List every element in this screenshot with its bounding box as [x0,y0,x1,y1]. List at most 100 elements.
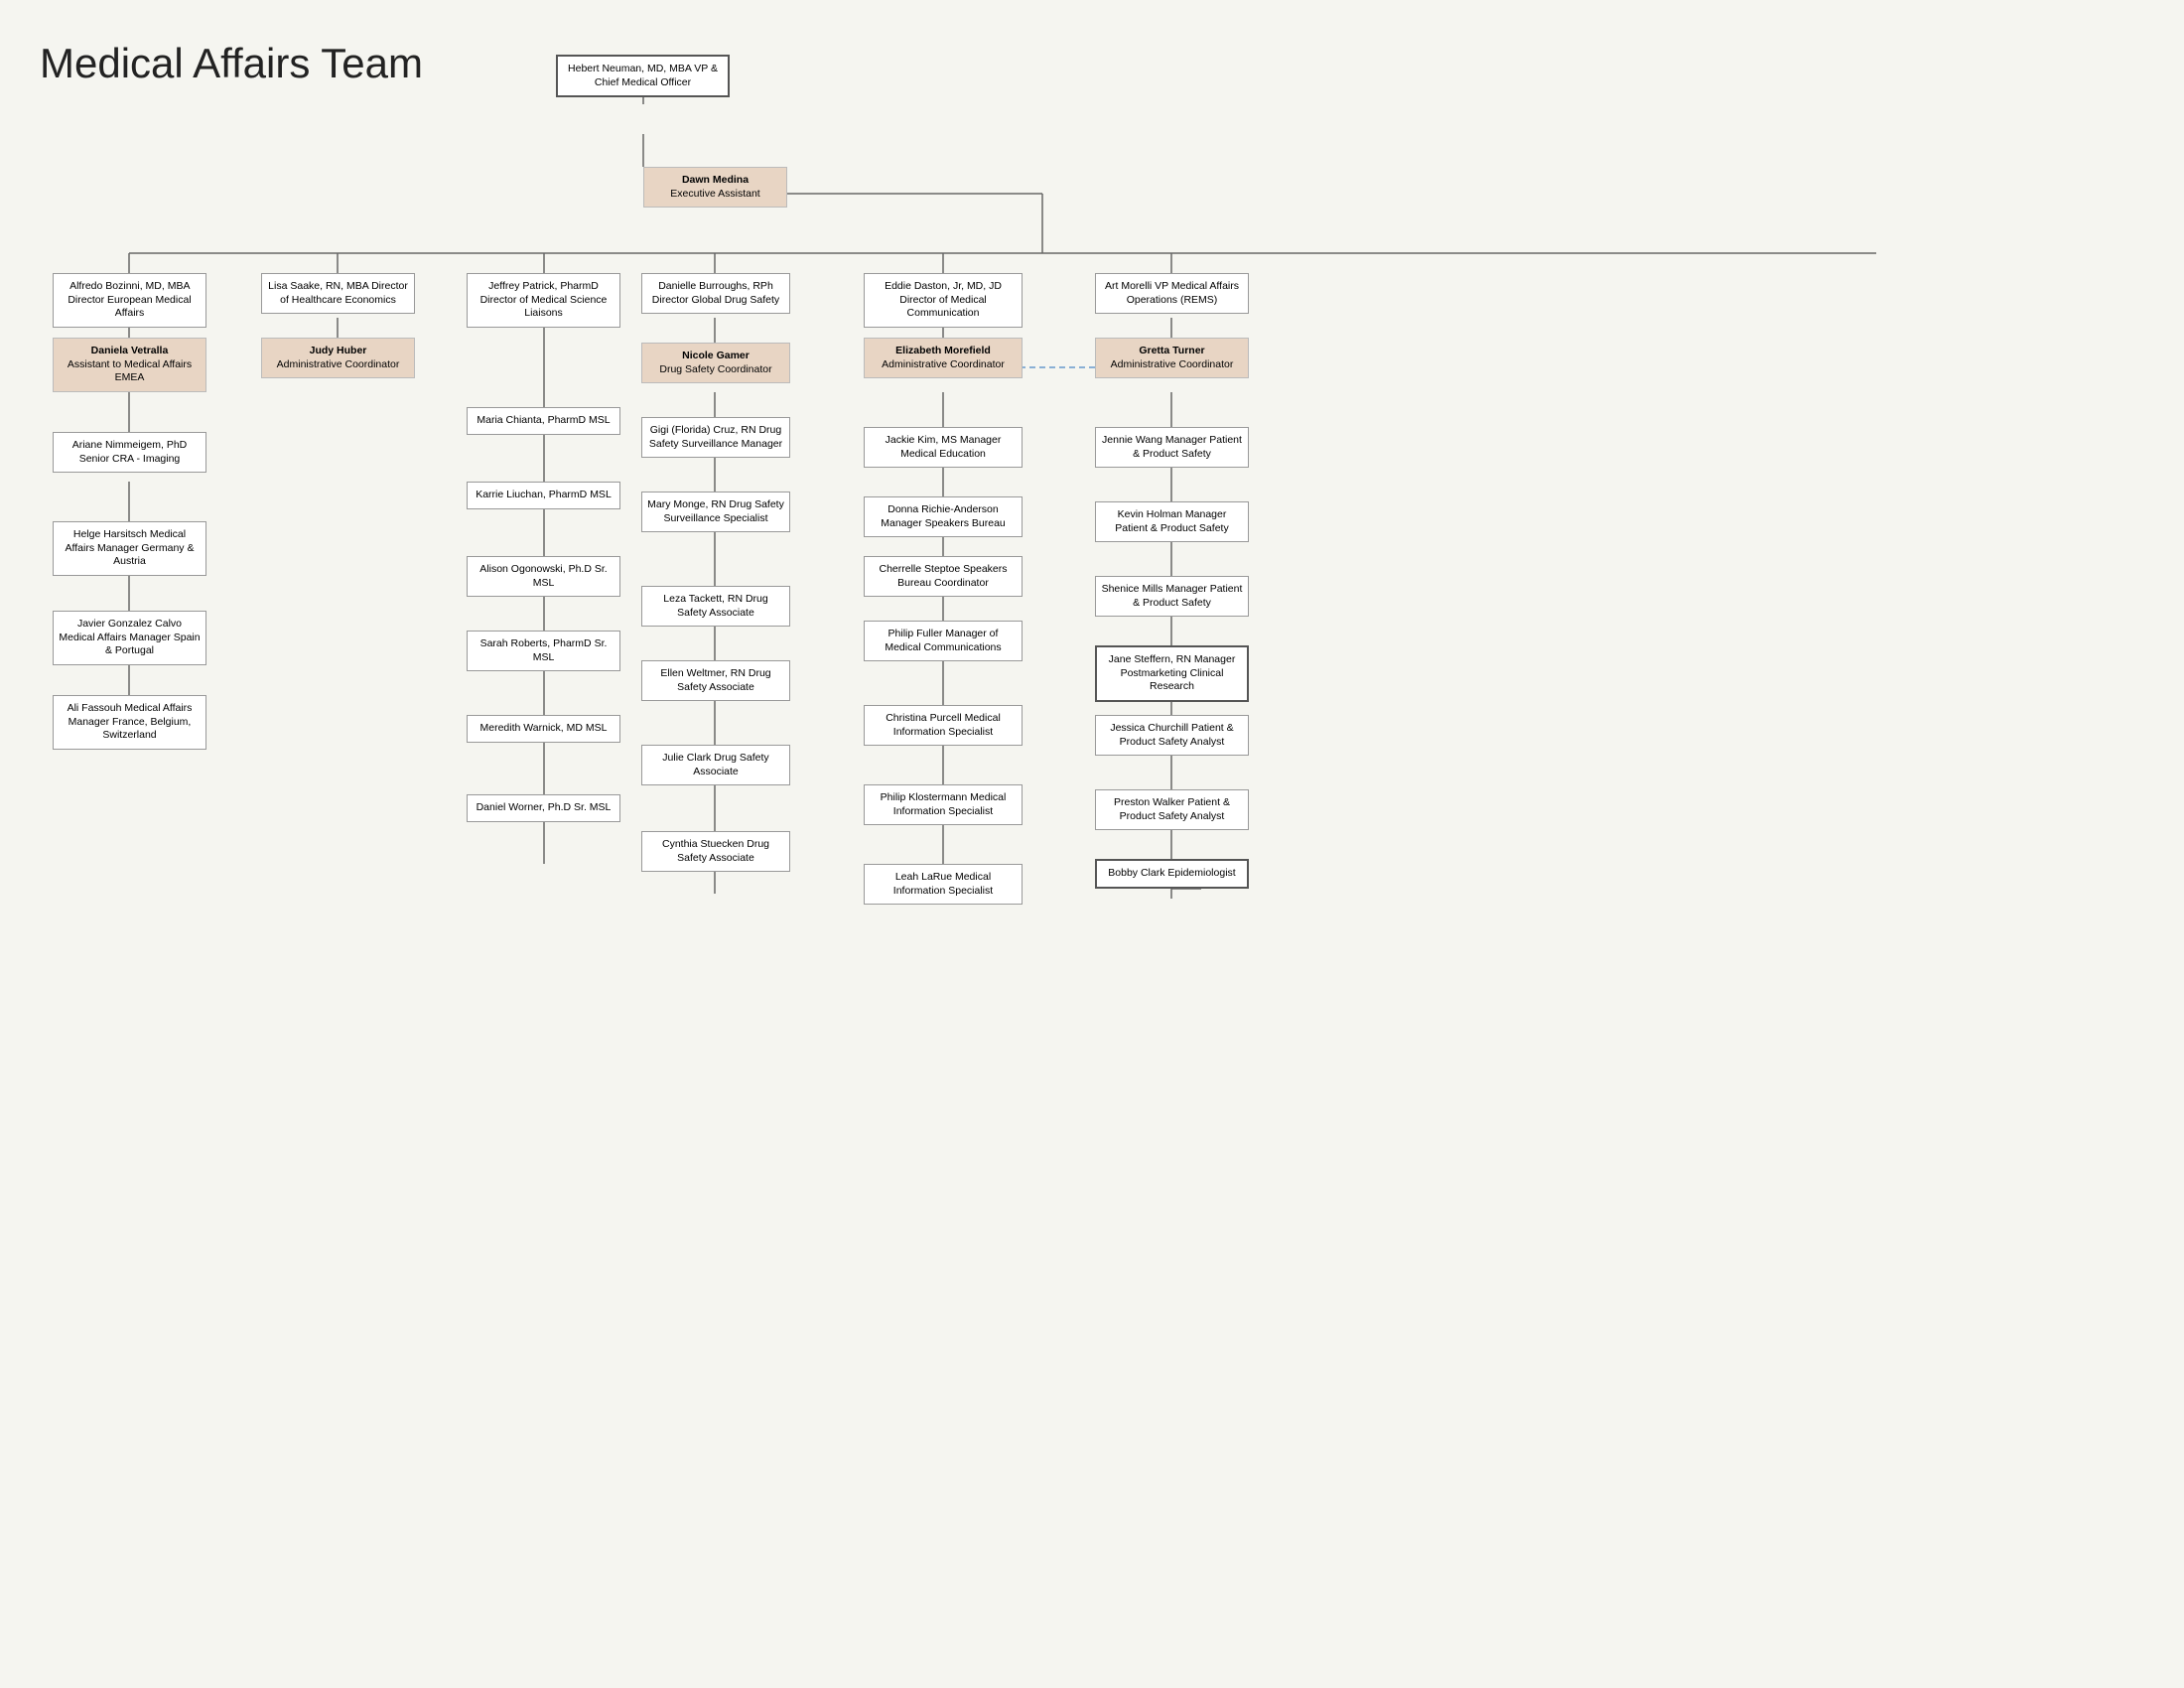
bobby-name: Bobby Clark [1108,867,1164,879]
javier-title: Medical Affairs Manager Spain & Portugal [59,632,200,657]
jackie-name: Jackie Kim, MS [886,434,957,446]
meredith-name: Meredith Warnick, MD [480,722,583,734]
node-lisa: Lisa Saake, RN, MBA Director of Healthca… [261,273,415,314]
node-jessica: Jessica Churchill Patient & Product Safe… [1095,715,1249,756]
node-helge: Helge Harsitsch Medical Affairs Manager … [53,521,206,576]
node-danielle: Danielle Burroughs, RPh Director Global … [641,273,790,314]
meredith-title: MSL [586,722,608,734]
eddie-title: Director of Medical Communication [899,294,987,320]
node-alfredo: Alfredo Bozinni, MD, MBA Director Europe… [53,273,206,328]
judy-title: Administrative Coordinator [277,358,400,370]
daniel-name: Daniel Worner, Ph.D [477,801,572,813]
node-eddie: Eddie Daston, Jr, MD, JD Director of Med… [864,273,1023,328]
dawn-name: Dawn Medina [649,174,781,188]
bobby-title: Epidemiologist [1167,867,1235,879]
maria-title: MSL [589,414,611,426]
elizabeth-name: Elizabeth Morefield [870,345,1017,358]
node-donna: Donna Richie-Anderson Manager Speakers B… [864,496,1023,537]
art-name: Art Morelli [1105,280,1152,292]
node-daniela: Daniela Vetralla Assistant to Medical Af… [53,338,206,392]
daniel-title: Sr. MSL [574,801,611,813]
dawn-title: Executive Assistant [670,188,759,200]
node-cynthia: Cynthia Stuecken Drug Safety Associate [641,831,790,872]
node-kevin: Kevin Holman Manager Patient & Product S… [1095,501,1249,542]
node-shenice: Shenice Mills Manager Patient & Product … [1095,576,1249,617]
danielle-name: Danielle Burroughs, RPh [658,280,773,292]
node-leah: Leah LaRue Medical Information Specialis… [864,864,1023,905]
node-sarah: Sarah Roberts, PharmD Sr. MSL [467,631,620,671]
nicole-title: Drug Safety Coordinator [659,363,771,375]
elizabeth-title: Administrative Coordinator [882,358,1005,370]
gigi-name: Gigi (Florida) Cruz, RN [650,424,756,436]
node-christina: Christina Purcell Medical Information Sp… [864,705,1023,746]
daniela-title: Assistant to Medical Affairs EMEA [68,358,192,384]
node-leza: Leza Tackett, RN Drug Safety Associate [641,586,790,627]
node-jennie: Jennie Wang Manager Patient & Product Sa… [1095,427,1249,468]
ariane-name: Ariane Nimmeigem, PhD [72,439,188,451]
ariane-title: Senior CRA - Imaging [79,453,181,465]
alfredo-name: Alfredo Bozinni, MD, MBA [69,280,190,292]
danielle-title: Director Global Drug Safety [652,294,779,306]
jeffrey-title: Director of Medical Science Liaisons [480,294,608,320]
christina-name: Christina Purcell [886,712,961,724]
shenice-name: Shenice Mills [1102,583,1163,595]
donna-name: Donna Richie-Anderson [887,503,998,515]
javier-name: Javier Gonzalez Calvo [77,618,182,630]
node-ariane: Ariane Nimmeigem, PhD Senior CRA - Imagi… [53,432,206,473]
cmo-name: Hebert Neuman, MD, MBA [568,63,691,74]
node-meredith: Meredith Warnick, MD MSL [467,715,620,743]
gretta-title: Administrative Coordinator [1111,358,1234,370]
node-bobby: Bobby Clark Epidemiologist [1095,859,1249,889]
node-ali: Ali Fassouh Medical Affairs Manager Fran… [53,695,206,750]
kevin-name: Kevin Holman [1118,508,1182,520]
node-dawn: Dawn Medina Executive Assistant [643,167,787,208]
cherrelle-name: Cherrelle Steptoe [880,563,961,575]
julie-name: Julie Clark [662,752,711,764]
alfredo-title: Director European Medical Affairs [68,294,191,320]
gretta-name: Gretta Turner [1101,345,1243,358]
node-art: Art Morelli VP Medical Affairs Operation… [1095,273,1249,314]
cynthia-name: Cynthia Stuecken [662,838,744,850]
jessica-name: Jessica Churchill [1110,722,1188,734]
node-karrie: Karrie Liuchan, PharmD MSL [467,482,620,509]
karrie-name: Karrie Liuchan, PharmD [476,489,587,500]
node-julie: Julie Clark Drug Safety Associate [641,745,790,785]
node-philip-fuller: Philip Fuller Manager of Medical Communi… [864,621,1023,661]
preston-name: Preston Walker [1114,796,1184,808]
node-jane: Jane Steffern, RN Manager Postmarketing … [1095,645,1249,702]
node-maria: Maria Chianta, PharmD MSL [467,407,620,435]
daniela-name: Daniela Vetralla [59,345,201,358]
node-philip-klostermann: Philip Klostermann Medical Information S… [864,784,1023,825]
node-ellen: Ellen Weltmer, RN Drug Safety Associate [641,660,790,701]
node-jackie: Jackie Kim, MS Manager Medical Education [864,427,1023,468]
ellen-name: Ellen Weltmer, RN [660,667,746,679]
nicole-name: Nicole Gamer [647,350,784,363]
lisa-name: Lisa Saake, RN, MBA [268,280,368,292]
philip-fuller-name: Philip Fuller [888,628,943,639]
node-elizabeth: Elizabeth Morefield Administrative Coord… [864,338,1023,378]
jeffrey-name: Jeffrey Patrick, PharmD [488,280,599,292]
karrie-title: MSL [590,489,612,500]
eddie-name: Eddie Daston, Jr, MD, JD [885,280,1002,292]
ali-name: Ali Fassouh [68,702,122,714]
node-alison: Alison Ogonowski, Ph.D Sr. MSL [467,556,620,597]
node-judy: Judy Huber Administrative Coordinator [261,338,415,378]
jane-name: Jane Steffern, RN [1109,653,1191,665]
node-cherrelle: Cherrelle Steptoe Speakers Bureau Coordi… [864,556,1023,597]
page-title: Medical Affairs Team [40,40,2164,87]
maria-name: Maria Chianta, PharmD [477,414,586,426]
node-gretta: Gretta Turner Administrative Coordinator [1095,338,1249,378]
node-mary: Mary Monge, RN Drug Safety Surveillance … [641,492,790,532]
leza-name: Leza Tackett, RN [663,593,743,605]
leah-name: Leah LaRue [895,871,952,883]
node-gigi: Gigi (Florida) Cruz, RN Drug Safety Surv… [641,417,790,458]
jennie-name: Jennie Wang [1102,434,1162,446]
sarah-name: Sarah Roberts, PharmD [480,637,592,649]
node-jeffrey: Jeffrey Patrick, PharmD Director of Medi… [467,273,620,328]
mary-name: Mary Monge, RN [647,498,726,510]
node-preston: Preston Walker Patient & Product Safety … [1095,789,1249,830]
donna-title: Manager Speakers Bureau [881,517,1006,529]
node-javier: Javier Gonzalez Calvo Medical Affairs Ma… [53,611,206,665]
node-daniel: Daniel Worner, Ph.D Sr. MSL [467,794,620,822]
node-cmo: Hebert Neuman, MD, MBA VP & Chief Medica… [556,55,730,97]
